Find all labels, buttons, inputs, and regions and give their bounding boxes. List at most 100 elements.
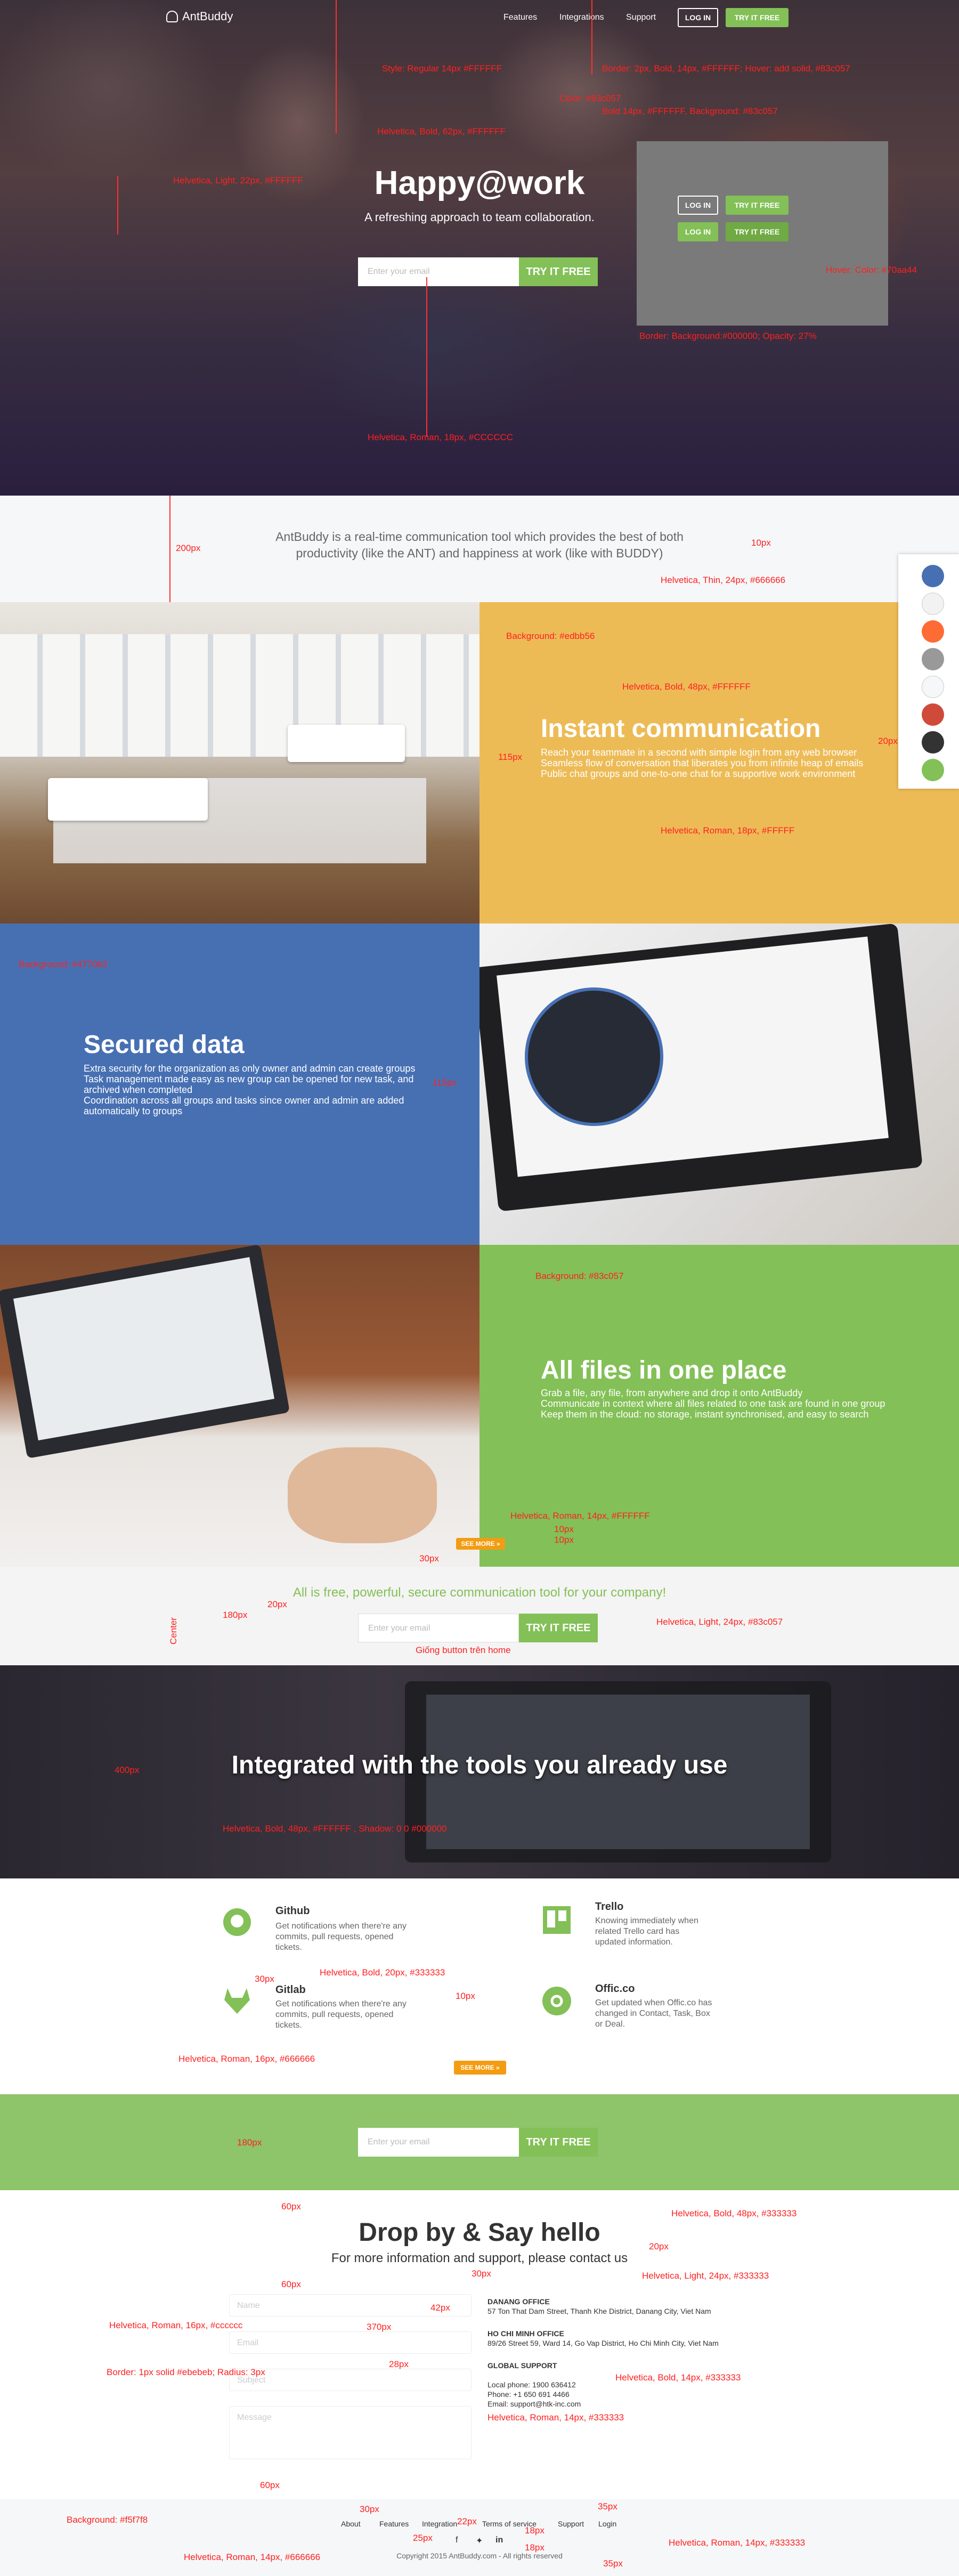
signup-band: Enter your email TRY IT FREE 180px	[0, 2094, 959, 2190]
files-photo	[0, 1245, 480, 1567]
annot: Helvetica, Roman, 18px, #FFFFF	[661, 825, 795, 836]
footer-link-integration[interactable]: Integration	[422, 2520, 457, 2528]
ant-logo-icon	[166, 11, 178, 22]
annot: Giống button trên home	[416, 1645, 511, 1655]
office-photo	[0, 602, 480, 924]
annot: 42px	[430, 2303, 450, 2313]
office-title: HO CHI MINH OFFICE	[487, 2329, 564, 2338]
twitter-icon[interactable]: ✦	[476, 2536, 483, 2546]
instant-communication-block: Instant communication Reach your teammat…	[480, 602, 959, 924]
feature-line: archived when completed	[84, 1084, 193, 1095]
office-danang: DANANG OFFICE 57 Ton That Dam Street, Tha…	[487, 2297, 711, 2316]
annot: Helvetica, Light, 22px, #FFFFFF	[173, 175, 303, 185]
guide-line	[591, 0, 592, 75]
cta-text: All is free, powerful, secure communicat…	[292, 1585, 667, 1600]
tool-name: Offic.co	[595, 1983, 635, 1995]
guide-line	[169, 496, 170, 602]
annot: Hover: Color: #70aa44	[826, 265, 917, 275]
swatch	[922, 759, 944, 781]
tool-desc: Knowing immediately when related Trello …	[595, 1916, 698, 1947]
feature-line: Task management made easy as new group c…	[84, 1074, 414, 1084]
guide-line	[426, 277, 427, 437]
annot: 10px	[751, 538, 771, 548]
annot: 370px	[367, 2322, 392, 2332]
footer: About Features Integration Terms of serv…	[0, 2499, 959, 2576]
annot: Bold 14px, #FFFFFF, Background: #83c057	[602, 106, 778, 116]
feature-title: Secured data	[84, 1031, 245, 1059]
annot: Helvetica, Bold, 14px, #333333	[615, 2372, 741, 2383]
tools-see-more-button[interactable]: SEE MORE »	[454, 2061, 506, 2075]
button-states-demo: LOG IN TRY IT FREE LOG IN TRY IT FREE	[637, 141, 888, 326]
annot: 22px	[457, 2516, 477, 2526]
annot: Border: Background:#000000; Opacity: 27%	[639, 331, 817, 341]
facebook-icon[interactable]: f	[456, 2536, 458, 2545]
linkedin-icon[interactable]: in	[495, 2536, 503, 2545]
demo-try-button[interactable]: TRY IT FREE	[726, 196, 789, 215]
footer-link-login[interactable]: Login	[598, 2520, 616, 2528]
office-global: GLOBAL SUPPORT Local phone: 1900 636412 Ph…	[487, 2361, 581, 2409]
laptop-photo	[480, 924, 959, 1245]
annot: Helvetica, Roman, 14px, #333333	[669, 2538, 806, 2548]
intro-line-1: AntBuddy is a real-time communication to…	[275, 530, 684, 544]
logo[interactable]: AntBuddy	[166, 10, 233, 23]
office-hcm: HO CHI MINH OFFICE 89/26 Street 59, Ward …	[487, 2329, 719, 2348]
annot: 30px	[360, 2504, 379, 2514]
demo-login-hover-button[interactable]: LOG IN	[678, 222, 718, 241]
office-line: Local phone: 1900 636412	[487, 2380, 576, 2389]
all-files-block: All files in one place Grab a file, any …	[480, 1245, 959, 1567]
contact-title: Drop by & Say hello	[359, 2218, 600, 2247]
email-field[interactable]: Email	[229, 2331, 472, 2354]
hero-section: AntBuddy Features Integrations Support L…	[0, 0, 959, 496]
footer-link-support[interactable]: Support	[558, 2520, 584, 2528]
annot: 115px	[433, 1078, 457, 1088]
annot: Helvetica, Roman, 18px, #CCCCCC	[368, 432, 514, 442]
tools-section: Github Get notifications when there're a…	[0, 1878, 959, 2094]
nav-integrations[interactable]: Integrations	[559, 13, 604, 22]
nav-features[interactable]: Features	[503, 13, 537, 22]
feature-desc: Grab a file, any file, from anywhere and…	[541, 1388, 885, 1420]
see-more-button[interactable]: SEE MORE »	[456, 1538, 505, 1550]
annot: 25px	[413, 2533, 433, 2543]
nav-support[interactable]: Support	[626, 13, 656, 22]
annot: 20px	[878, 736, 898, 746]
feature-line: Seamless flow of conversation that liber…	[541, 758, 864, 768]
annot: Helvetica, Bold, 62px, #FFFFFF	[377, 126, 506, 136]
cta-email-input[interactable]: Enter your email	[358, 1614, 519, 1642]
guide-line	[336, 0, 337, 133]
message-field[interactable]: Message	[229, 2406, 472, 2459]
annot: 20px	[649, 2241, 669, 2251]
cta-try-button[interactable]: TRY IT FREE	[519, 1614, 598, 1642]
login-button[interactable]: LOG IN	[678, 8, 718, 27]
tool-name: Github	[275, 1905, 310, 1917]
annot: Helvetica, Roman, 14px, #FFFFFF	[510, 1511, 650, 1521]
trello-icon	[543, 1906, 571, 1934]
annot: Color: #83c057	[559, 93, 621, 103]
brand-name: AntBuddy	[182, 10, 233, 23]
feature-line: Public chat groups and one-to-one chat f…	[541, 768, 856, 779]
annot: Background: #f5f7f8	[67, 2515, 148, 2525]
demo-try-hover-button[interactable]: TRY IT FREE	[726, 222, 789, 241]
office-title: GLOBAL SUPPORT	[487, 2361, 557, 2370]
footer-link-about[interactable]: About	[341, 2520, 361, 2528]
hero-try-button[interactable]: TRY IT FREE	[519, 257, 598, 286]
annot: 20px	[267, 1599, 287, 1609]
annot: Background: #edbb56	[506, 631, 595, 641]
swatch	[922, 676, 944, 698]
try-free-button[interactable]: TRY IT FREE	[726, 8, 789, 27]
guide-line	[117, 176, 118, 234]
annot: Center	[168, 1617, 179, 1645]
color-palette	[898, 554, 959, 789]
band-try-button[interactable]: TRY IT FREE	[519, 2128, 598, 2157]
gitlab-icon	[224, 1988, 250, 2014]
demo-login-button[interactable]: LOG IN	[678, 196, 718, 215]
band-email-input[interactable]: Enter your email	[358, 2128, 519, 2157]
annot: 35px	[598, 2501, 617, 2512]
annot: 60px	[281, 2201, 301, 2212]
footer-link-features[interactable]: Features	[379, 2520, 409, 2528]
annot: 10px	[456, 1991, 475, 2001]
hero-email-input[interactable]: Enter your email	[358, 257, 519, 286]
feature-title: Instant communication	[541, 715, 821, 743]
github-icon	[223, 1908, 251, 1936]
subject-field[interactable]: Subject	[229, 2369, 472, 2391]
feature-line: Extra security for the organization as o…	[84, 1063, 416, 1074]
